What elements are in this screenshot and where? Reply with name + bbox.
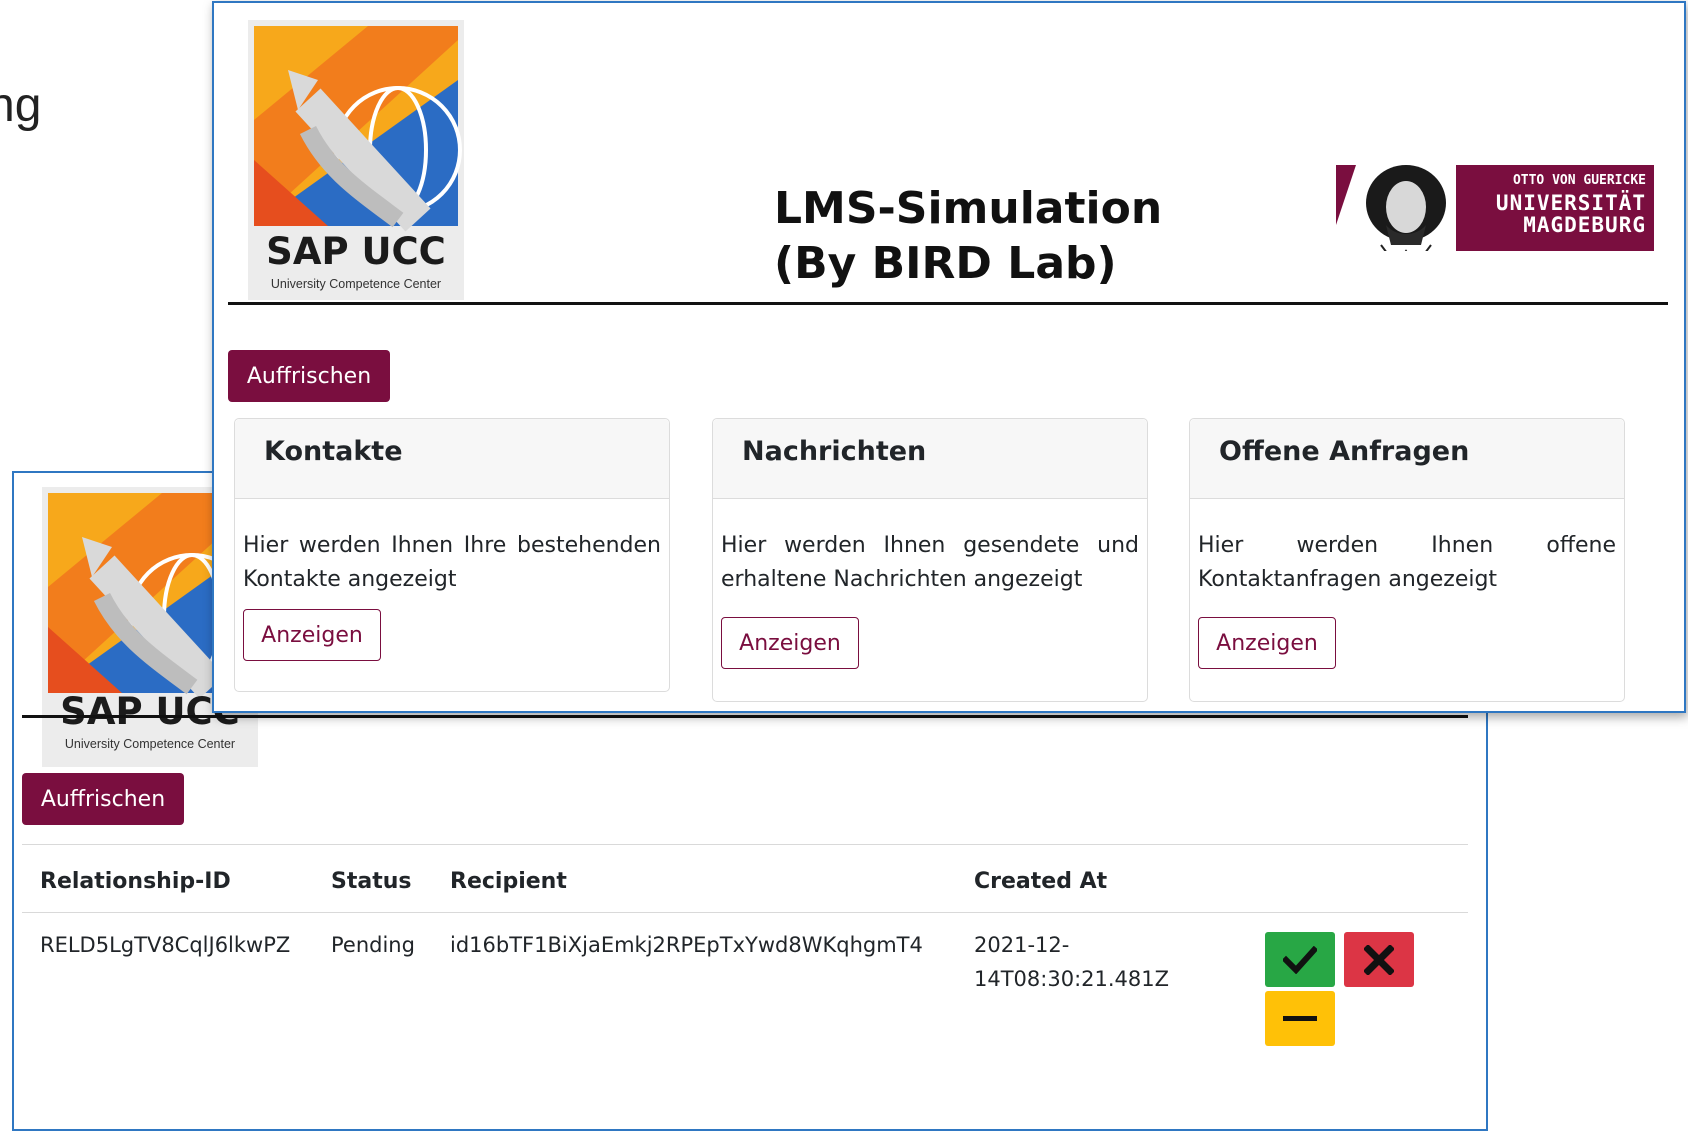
background-text-fragment: ng	[0, 79, 42, 132]
card-open-requests-title: Offene Anfragen	[1190, 419, 1624, 499]
sap-logo-title: SAP UCC	[266, 230, 446, 273]
table-header-border	[22, 912, 1468, 913]
header-divider	[228, 302, 1668, 305]
show-messages-button[interactable]: Anzeigen	[721, 617, 859, 669]
card-messages-text-line1: Hier werden Ihnen gesendete und	[721, 533, 1139, 558]
column-header-relationship-id: Relationship-ID	[40, 869, 231, 894]
show-open-requests-button[interactable]: Anzeigen	[1198, 617, 1336, 669]
created-at-date: 2021-12-	[974, 933, 1070, 957]
check-icon	[1283, 945, 1317, 974]
x-icon	[1364, 944, 1394, 975]
cell-recipient: id16bTF1BiXjaEmkj2RPEpTxYwd8WKqhgmT4	[450, 933, 923, 957]
card-open-requests-text-line1: Hier werden Ihnen offene	[1198, 533, 1616, 558]
cell-created-at: 2021-12- 14T08:30:21.481Z	[974, 928, 1169, 996]
show-contacts-button[interactable]: Anzeigen	[243, 609, 381, 661]
card-messages: Nachrichten Hier werden Ihnen gesendete …	[712, 418, 1148, 702]
page-title-line1: LMS-Simulation	[774, 183, 1163, 234]
card-contacts-text-line2: Kontakte angezeigt	[243, 567, 457, 592]
sap-ucc-logo: SAP UCC University Competence Center	[248, 20, 464, 300]
card-contacts-text-line1: Hier werden Ihnen Ihre bestehenden	[243, 533, 661, 558]
column-header-status: Status	[331, 869, 412, 894]
reject-button[interactable]	[1344, 932, 1414, 987]
neutral-button[interactable]	[1265, 991, 1335, 1046]
accept-button[interactable]	[1265, 932, 1335, 987]
created-at-time: 14T08:30:21.481Z	[974, 967, 1170, 991]
card-open-requests: Offene Anfragen Hier werden Ihnen offene…	[1189, 418, 1625, 702]
uni-logo-line1: OTTO VON GUERICKE	[1512, 173, 1646, 188]
sap-logo-subtitle: University Competence Center	[270, 277, 442, 291]
lms-dashboard-window: SAP UCC University Competence Center LMS…	[212, 1, 1686, 713]
card-contacts: Kontakte Hier werden Ihnen Ihre bestehen…	[234, 418, 670, 692]
ovgu-logo: OTTO VON GUERICKE UNIVERSITÄT MAGDEBURG	[1336, 165, 1654, 251]
page-title: LMS-Simulation (By BIRD Lab)	[774, 181, 1162, 291]
table-top-border	[22, 844, 1468, 845]
minus-icon	[1283, 1015, 1317, 1021]
card-messages-text: Hier werden Ihnen gesendete und erhalten…	[721, 529, 1139, 597]
cell-relationship-id: RELD5LgTV8CqlJ6lkwPZ	[40, 933, 291, 957]
card-open-requests-text: Hier werden Ihnen offene Kontaktanfragen…	[1198, 529, 1616, 597]
refresh-button[interactable]: Auffrischen	[228, 350, 390, 402]
card-open-requests-text-line2: Kontaktanfragen angezeigt	[1198, 567, 1498, 592]
card-messages-text-line2: erhaltene Nachrichten angezeigt	[721, 567, 1083, 592]
card-contacts-title: Kontakte	[235, 419, 669, 499]
card-contacts-text: Hier werden Ihnen Ihre bestehenden Konta…	[243, 529, 661, 597]
column-header-created-at: Created At	[974, 869, 1108, 894]
uni-logo-line3: MAGDEBURG	[1523, 213, 1646, 237]
uni-logo-line2: UNIVERSITÄT	[1495, 191, 1646, 215]
column-header-recipient: Recipient	[450, 869, 567, 894]
page-title-line2: (By BIRD Lab)	[774, 238, 1117, 289]
cell-status: Pending	[331, 933, 415, 957]
card-messages-title: Nachrichten	[713, 419, 1147, 499]
